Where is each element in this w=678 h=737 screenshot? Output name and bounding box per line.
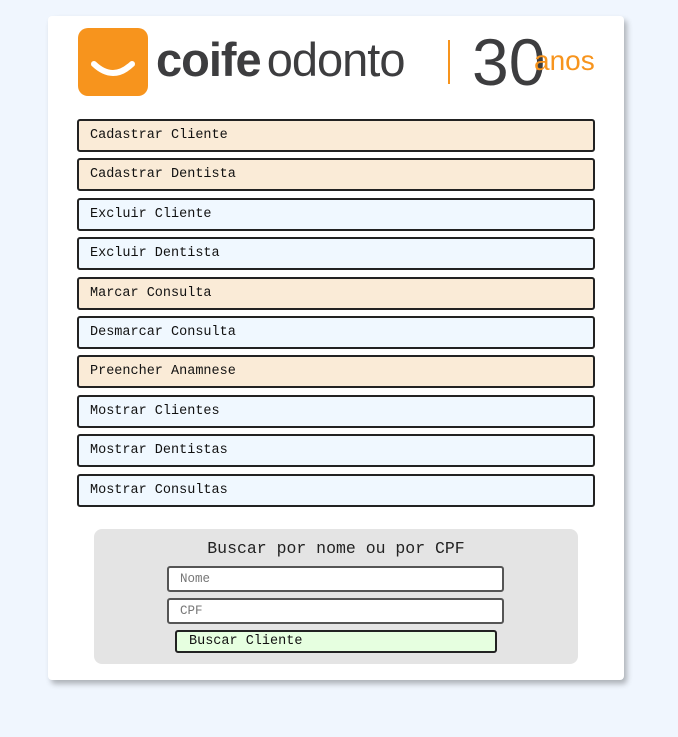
main-card: coife odonto 30 anos Cadastrar Cliente Ca… — [48, 16, 624, 680]
anniversary-word: anos — [534, 45, 595, 76]
cpf-search-input[interactable] — [167, 598, 504, 624]
excluir-cliente-button[interactable]: Excluir Cliente — [77, 197, 595, 231]
action-menu: Cadastrar Cliente Cadastrar Dentista Exc… — [77, 119, 595, 513]
mostrar-dentistas-button[interactable]: Mostrar Dentistas — [77, 434, 595, 468]
logo-word-bold: coife — [156, 33, 262, 86]
excluir-dentista-button[interactable]: Excluir Dentista — [77, 237, 595, 271]
mostrar-consultas-button[interactable]: Mostrar Consultas — [77, 473, 595, 507]
search-panel: Buscar por nome ou por CPF Buscar Client… — [94, 529, 578, 664]
buscar-cliente-button[interactable]: Buscar Cliente — [175, 630, 497, 653]
desmarcar-consulta-button[interactable]: Desmarcar Consulta — [77, 315, 595, 349]
preencher-anamnese-button[interactable]: Preencher Anamnese — [77, 355, 595, 389]
logo-wordmark: coife odonto — [156, 33, 406, 86]
search-title: Buscar por nome ou por CPF — [207, 539, 465, 558]
logo-divider — [448, 40, 450, 84]
logo-word-light: odonto — [266, 33, 406, 86]
name-search-input[interactable] — [167, 566, 504, 592]
marcar-consulta-button[interactable]: Marcar Consulta — [77, 276, 595, 310]
smile-logo-icon — [78, 28, 148, 96]
mostrar-clientes-button[interactable]: Mostrar Clientes — [77, 394, 595, 428]
cadastrar-dentista-button[interactable]: Cadastrar Dentista — [77, 158, 595, 192]
coife-odonto-logo: coife odonto 30 anos — [76, 26, 598, 98]
cadastrar-cliente-button[interactable]: Cadastrar Cliente — [77, 119, 595, 152]
